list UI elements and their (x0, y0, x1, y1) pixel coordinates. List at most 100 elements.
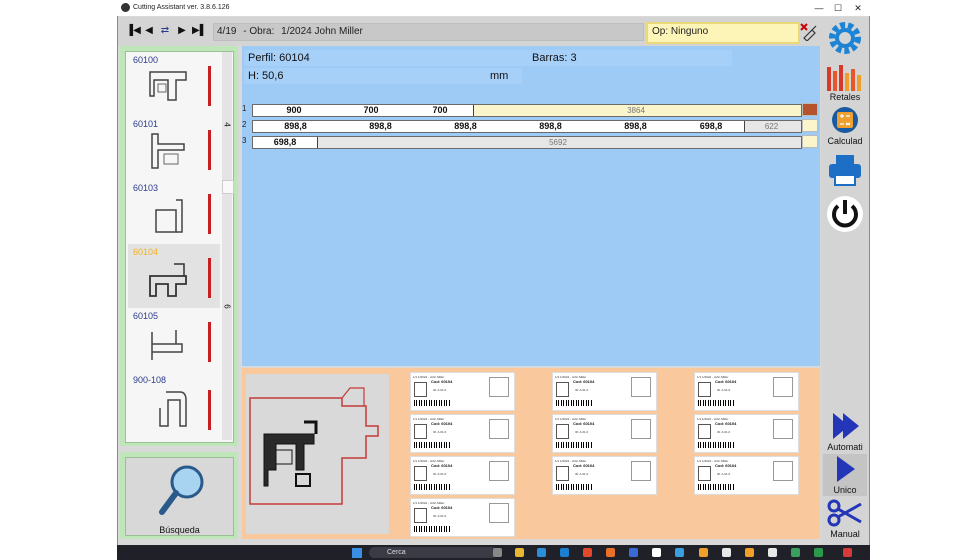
obra-label: - Obra: (243, 26, 275, 37)
label-id: ID: A.01.0 (575, 430, 589, 434)
app-icon[interactable] (791, 548, 800, 557)
barcode-icon (698, 484, 734, 490)
cutting-assistant-icon[interactable] (843, 548, 852, 557)
labels-panel: 1/1 1/2024 - John Miller Cod: 60104 ID: A.… (242, 368, 820, 539)
profile-color-bar (208, 194, 211, 234)
edge-icon[interactable] (560, 548, 569, 557)
barcode-icon (414, 442, 450, 448)
app-icon[interactable] (699, 548, 708, 557)
label-window-icon (698, 466, 711, 481)
automatic-label: Automati (827, 442, 863, 452)
profile-item-60105[interactable]: 60105 (128, 308, 220, 372)
folder-icon[interactable] (515, 548, 524, 557)
profile-id: 60103 (133, 183, 159, 193)
label-profile-icon (631, 377, 651, 397)
windows-start-icon[interactable] (352, 548, 362, 558)
cut-piece[interactable]: 698,8 (253, 137, 318, 148)
profile-item-60100[interactable]: 60100 (128, 52, 220, 116)
retales-button[interactable]: Retales (823, 61, 867, 103)
edge-icon[interactable] (537, 548, 546, 557)
label-window-icon (414, 508, 427, 523)
bar-stock: 900 700 700 3864 (252, 104, 802, 117)
bar-chart-icon (827, 65, 861, 91)
close-button[interactable]: ✕ (851, 2, 865, 14)
label-window-icon (698, 382, 711, 397)
print-label-thumbnail: 1/1 1/2024 - John Miller Cod: 60104 ID: A.… (410, 498, 515, 537)
app-icon[interactable] (652, 548, 661, 557)
app-icon[interactable] (722, 548, 731, 557)
cut-piece[interactable]: 700 (407, 105, 474, 116)
list-scroll-thumb[interactable] (222, 180, 234, 194)
last-icon[interactable]: ▶▌ (192, 24, 207, 38)
first-icon[interactable]: ▐◀ (126, 24, 141, 38)
cut-piece[interactable]: 898,8 (423, 121, 509, 132)
app-icon[interactable] (629, 548, 638, 557)
clear-operator-icon[interactable] (798, 21, 818, 42)
print-button[interactable] (823, 149, 867, 191)
cut-piece[interactable]: 898,8 (593, 121, 679, 132)
bar-remainder: 622 (764, 122, 779, 131)
label-id: ID: A.01.0 (575, 388, 589, 392)
settings-button[interactable] (823, 17, 867, 59)
barcode-icon (698, 442, 734, 448)
barcode-icon (556, 484, 592, 490)
barcode-icon (414, 484, 450, 490)
label-code: Cod: 60104 (573, 421, 595, 426)
cut-piece[interactable]: 898,8 (508, 121, 594, 132)
profile-list[interactable]: 60100 60101 60103 60104 60105 900-108 4 … (125, 51, 234, 443)
automatic-button[interactable]: Automati (823, 411, 867, 453)
task-view-icon[interactable] (493, 548, 502, 557)
cut-piece[interactable]: 898,8 (253, 121, 339, 132)
taskbar-search[interactable]: Cerca (369, 547, 497, 558)
profile-item-60104[interactable]: 60104 (128, 244, 220, 308)
maximize-button[interactable]: ☐ (831, 2, 845, 14)
app-icon[interactable] (768, 548, 777, 557)
chrome-icon[interactable] (583, 548, 592, 557)
calculadora-button[interactable]: Calculad (823, 105, 867, 147)
barcode-icon (414, 526, 450, 532)
top-toolbar: ▐◀ ◀ ⇄ ▶ ▶▌ 4/19 - Obra: 1/2024 John Mil… (118, 17, 869, 46)
label-code: Cod: 60104 (431, 421, 453, 426)
profile-drawing-icon (249, 387, 379, 505)
print-label-thumbnail: 1/1 1/2024 - John Miller Cod: 60104 ID: A.… (694, 456, 799, 495)
profile-id: 60104 (133, 247, 159, 257)
cut-piece[interactable]: 900 (253, 105, 336, 116)
cut-piece[interactable]: 898,8 (338, 121, 424, 132)
prev-icon[interactable]: ◀ (142, 24, 156, 38)
search-label: Búsqueda (159, 525, 200, 535)
firefox-icon[interactable] (606, 548, 615, 557)
unico-button[interactable]: Unico (823, 454, 867, 496)
bar-number: 1 (242, 104, 247, 113)
list-scrollbar[interactable] (222, 52, 232, 440)
label-profile-icon (631, 461, 651, 481)
operator-field[interactable]: Op: Ninguno (646, 22, 800, 44)
cut-piece[interactable]: 698,8 (678, 121, 745, 132)
manual-button[interactable]: Manual (823, 498, 867, 540)
barcode-icon (698, 400, 734, 406)
retales-label: Retales (829, 92, 861, 102)
label-code: Cod: 60104 (573, 463, 595, 468)
label-profile-icon (773, 377, 793, 397)
profile-preview (246, 374, 389, 534)
profile-item-900-108[interactable]: 900-108 (128, 372, 220, 436)
power-button[interactable] (823, 193, 867, 235)
excel-icon[interactable] (814, 548, 823, 557)
taskbar: Cerca (117, 545, 870, 560)
next-icon[interactable]: ▶ (175, 24, 189, 38)
cut-piece[interactable]: 700 (335, 105, 408, 116)
obra-field: 4/19 - Obra: 1/2024 John Miller (213, 23, 644, 41)
swap-icon[interactable]: ⇄ (158, 24, 172, 38)
minimize-button[interactable]: — (812, 2, 826, 14)
label-code: Cod: 60104 (715, 463, 737, 468)
label-id: ID: A.01.0 (717, 472, 731, 476)
profile-item-60101[interactable]: 60101 (128, 116, 220, 180)
app-icon[interactable] (745, 548, 754, 557)
label-profile-icon (489, 503, 509, 523)
search-button[interactable]: Búsqueda (125, 457, 234, 536)
calendar-icon[interactable] (675, 548, 684, 557)
label-window-icon (414, 382, 427, 397)
gear-icon (829, 22, 861, 54)
print-label-thumbnail: 1/1 1/2024 - John Miller Cod: 60104 ID: A.… (552, 414, 657, 453)
profile-item-60103[interactable]: 60103 (128, 180, 220, 244)
unit-label: mm (486, 68, 522, 84)
